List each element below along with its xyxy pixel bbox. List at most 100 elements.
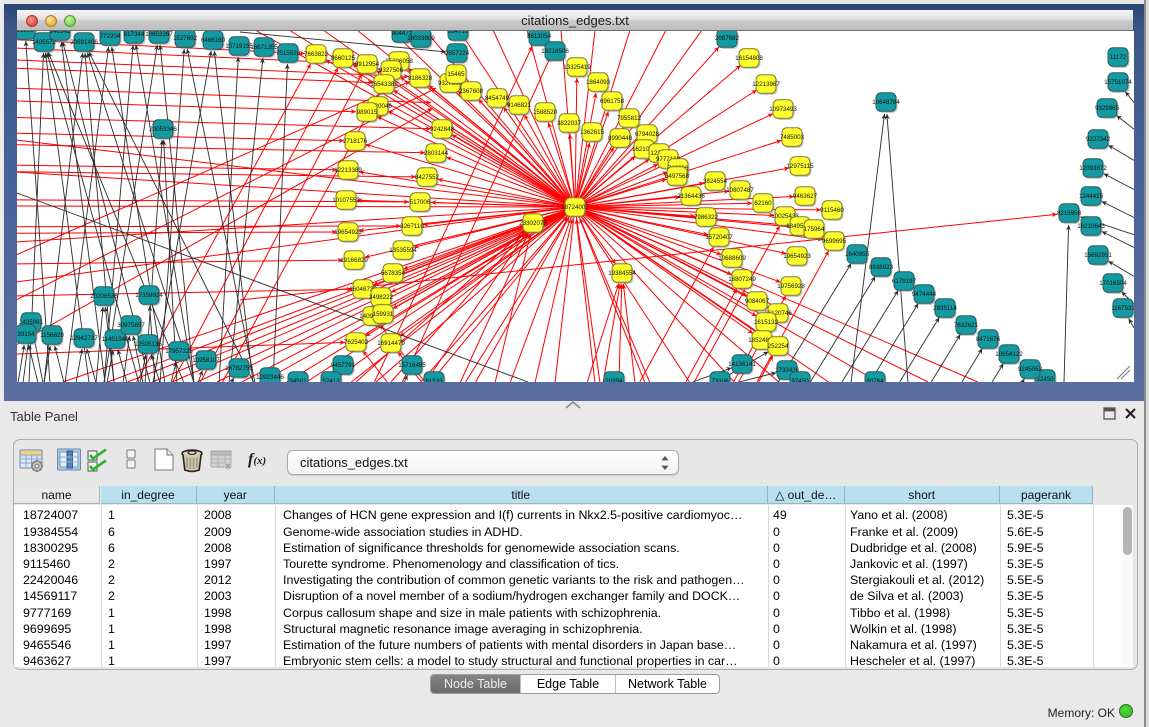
svg-text:17957223: 17957223: [165, 348, 193, 355]
svg-text:7632621: 7632621: [954, 322, 979, 329]
svg-text:1864093: 1864093: [586, 79, 611, 86]
svg-text:15751074: 15751074: [1104, 79, 1132, 86]
svg-text:8813054: 8813054: [527, 33, 552, 40]
svg-text:1244415: 1244415: [1079, 193, 1104, 200]
svg-text:12213389: 12213389: [334, 167, 362, 174]
svg-text:20691406: 20691406: [70, 39, 98, 46]
svg-text:62160: 62160: [754, 200, 772, 207]
svg-text:517006: 517006: [410, 199, 431, 206]
svg-text:3498222: 3498222: [369, 294, 394, 301]
svg-text:3267110: 3267110: [400, 223, 424, 230]
svg-text:3824554: 3824554: [703, 178, 728, 185]
svg-text:94501: 94501: [289, 378, 307, 382]
svg-text:6961758: 6961758: [600, 98, 625, 105]
svg-text:10958107: 10958107: [192, 357, 220, 364]
svg-text:2367608: 2367608: [459, 88, 484, 95]
svg-text:1615132: 1615132: [754, 319, 779, 326]
svg-text:11451940: 11451940: [101, 336, 129, 343]
svg-text:16782759: 16782759: [225, 365, 253, 372]
svg-text:2718176: 2718176: [343, 138, 368, 145]
svg-text:1156829: 1156829: [40, 332, 64, 339]
svg-text:1861054: 1861054: [17, 31, 38, 34]
svg-text:7515520: 7515520: [276, 50, 301, 57]
svg-text:8660125: 8660125: [331, 55, 356, 62]
svg-text:10107553: 10107553: [332, 197, 360, 204]
svg-text:16671355: 16671355: [250, 44, 278, 51]
svg-text:30975857: 30975857: [117, 322, 145, 329]
svg-text:97450: 97450: [791, 378, 809, 382]
svg-text:20954: 20954: [605, 378, 623, 382]
svg-text:15720407: 15720407: [705, 234, 733, 241]
svg-text:10653267: 10653267: [145, 31, 173, 38]
svg-text:16033809: 16033809: [407, 35, 435, 42]
svg-text:8186328: 8186328: [408, 75, 433, 82]
svg-text:19166829: 19166829: [340, 257, 368, 264]
svg-text:8990448: 8990448: [608, 135, 633, 142]
svg-text:6466160: 6466160: [201, 37, 226, 44]
svg-text:18724007: 18724007: [561, 204, 589, 211]
svg-text:12975115: 12975115: [786, 163, 814, 170]
svg-text:8215958: 8215958: [1057, 210, 1082, 217]
svg-text:17359924: 17359924: [135, 292, 163, 299]
svg-text:159931: 159931: [373, 311, 394, 318]
svg-text:10654122: 10654122: [995, 351, 1023, 358]
svg-text:16914479: 16914479: [377, 340, 405, 347]
svg-text:817344: 817344: [124, 31, 145, 38]
svg-text:9474444: 9474444: [912, 291, 937, 298]
svg-text:6497568: 6497568: [665, 173, 690, 180]
svg-text:19756928: 19756928: [777, 283, 805, 290]
svg-text:175964: 175964: [804, 226, 825, 233]
svg-text:19384554: 19384554: [608, 270, 636, 277]
svg-text:884710: 884710: [448, 31, 469, 35]
svg-text:1362615: 1362615: [580, 129, 605, 136]
svg-text:7663822: 7663822: [304, 51, 329, 58]
svg-text:18807249: 18807249: [728, 276, 756, 283]
svg-text:12923446: 12923446: [256, 374, 284, 381]
svg-text:1527602: 1527602: [173, 35, 198, 42]
svg-text:16543382: 16543382: [370, 81, 398, 88]
svg-text:15692951: 15692951: [1084, 252, 1112, 259]
svg-text:20053346: 20053346: [149, 126, 177, 133]
svg-text:11172: 11172: [1110, 54, 1127, 61]
svg-text:13535594: 13535594: [389, 247, 417, 254]
svg-text:9227342: 9227342: [1086, 136, 1111, 143]
svg-text:19654923: 19654923: [783, 253, 811, 260]
svg-text:10688609: 10688609: [718, 255, 746, 262]
svg-text:6794028: 6794028: [635, 131, 660, 138]
svg-text:20206536: 20206536: [90, 293, 118, 300]
svg-text:10719155: 10719155: [225, 43, 253, 50]
svg-text:81533: 81533: [425, 378, 443, 382]
svg-text:12505135: 12505135: [134, 341, 162, 348]
svg-text:9327506: 9327506: [379, 67, 404, 74]
svg-text:8471676: 8471676: [976, 336, 1001, 343]
svg-text:9457791: 9457791: [331, 362, 356, 369]
svg-text:23302075: 23302075: [519, 220, 547, 227]
svg-text:10973493: 10973493: [769, 106, 797, 113]
svg-text:1640955: 1640955: [845, 251, 870, 258]
svg-text:2935114: 2935114: [933, 305, 957, 312]
svg-text:1167531: 1167531: [1111, 305, 1134, 312]
svg-text:14136141: 14136141: [728, 361, 756, 368]
svg-text:16154808: 16154808: [735, 55, 763, 62]
svg-text:1588520: 1588520: [533, 109, 558, 116]
svg-text:15716485: 15716485: [398, 362, 426, 369]
svg-text:9242848: 9242848: [430, 126, 455, 133]
svg-text:9463627: 9463627: [793, 193, 818, 200]
svg-text:12213967: 12213967: [752, 81, 780, 88]
svg-text:8912954: 8912954: [355, 61, 380, 68]
svg-text:10807487: 10807487: [726, 187, 754, 194]
svg-text:9699695: 9699695: [822, 238, 847, 245]
svg-text:7986322: 7986322: [694, 214, 719, 221]
svg-text:6179197: 6179197: [892, 278, 917, 285]
svg-text:2803144: 2803144: [424, 150, 449, 157]
svg-text:7955812: 7955812: [617, 115, 642, 122]
svg-text:9245052: 9245052: [1018, 366, 1043, 373]
svg-text:3822037: 3822037: [557, 120, 582, 127]
svg-text:19218506: 19218506: [541, 48, 569, 55]
svg-text:8427552: 8427552: [415, 174, 440, 181]
svg-text:9329965: 9329965: [1095, 105, 1120, 112]
svg-text:989015: 989015: [357, 109, 378, 116]
svg-text:10648784: 10648784: [872, 99, 900, 106]
svg-text:21364436: 21364436: [677, 193, 705, 200]
svg-text:17016504: 17016504: [1099, 280, 1127, 287]
